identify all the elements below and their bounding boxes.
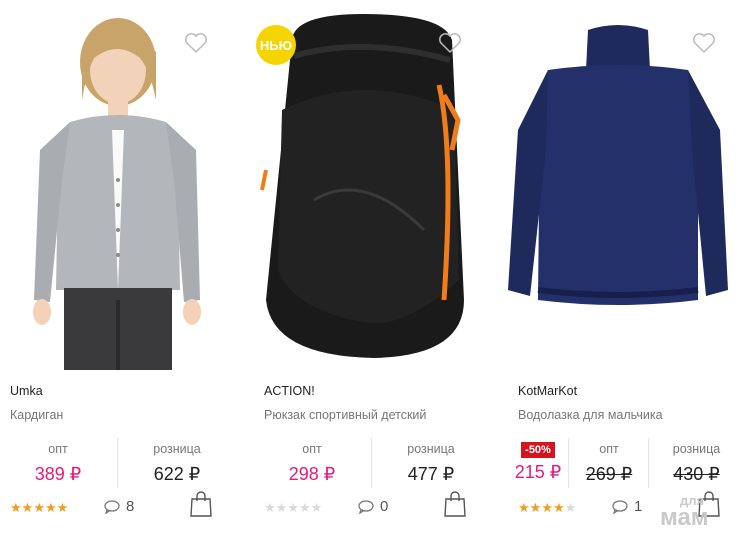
star-icon: ★	[564, 500, 577, 515]
product-brand[interactable]: Umka	[10, 384, 43, 398]
wholesale-price: опт 298 ₽	[254, 438, 370, 488]
price-block: опт 298 ₽ розница 477 ₽	[254, 438, 489, 488]
discount-badge: -50%	[521, 442, 555, 458]
product-image[interactable]	[508, 0, 743, 370]
comments-count[interactable]: 0	[358, 498, 388, 515]
wholesale-label: опт	[48, 442, 68, 456]
wholesale-price: опт 389 ₽	[0, 438, 116, 488]
product-card[interactable]: KotMarKot Водолазка для мальчика -50% 21…	[508, 0, 745, 543]
comments-value: 0	[380, 498, 389, 515]
retail-value: 622 ₽	[153, 464, 201, 484]
retail-label: розница	[672, 442, 721, 456]
new-badge: НЬЮ	[256, 25, 296, 65]
wholesale-label: опт	[599, 442, 619, 456]
retail-value: 430 ₽	[673, 464, 720, 484]
heart-icon[interactable]	[438, 32, 462, 54]
star-icon: ★	[552, 500, 565, 515]
retail-price: розница 622 ₽	[117, 438, 236, 488]
product-image[interactable]	[0, 0, 235, 370]
wholesale-value: 389 ₽	[34, 464, 82, 484]
star-icon: ★	[518, 500, 530, 515]
star-icon: ★	[298, 500, 311, 515]
product-brand[interactable]: KotMarKot	[518, 384, 577, 398]
wholesale-price: опт 269 ₽	[568, 438, 649, 488]
retail-label: розница	[153, 442, 201, 456]
star-icon: ★	[287, 500, 299, 515]
site-watermark: для мам	[660, 493, 740, 539]
heart-icon[interactable]	[692, 32, 716, 54]
rating-stars: ★★★★★	[10, 500, 68, 516]
watermark-line2: мам	[660, 504, 709, 531]
shopping-bag-icon[interactable]	[444, 491, 466, 517]
comment-icon	[612, 499, 628, 514]
sale-price: -50% 215 ₽	[508, 438, 568, 488]
price-block: -50% 215 ₽ опт 269 ₽ розница 430 ₽	[508, 438, 743, 488]
star-icon: ★	[33, 500, 45, 515]
retail-value: 477 ₽	[407, 464, 455, 484]
star-icon: ★	[10, 500, 22, 515]
wholesale-value: 298 ₽	[288, 464, 336, 484]
comment-icon	[104, 499, 120, 514]
star-icon: ★	[541, 500, 553, 515]
retail-price: розница 430 ₽	[648, 438, 744, 488]
star-icon: ★	[56, 500, 69, 515]
rating-stars: ★★★★★	[518, 500, 576, 516]
star-icon: ★	[275, 500, 288, 515]
product-title[interactable]: Водолазка для мальчика	[518, 408, 663, 422]
star-icon: ★	[264, 500, 276, 515]
star-icon: ★	[44, 500, 57, 515]
wholesale-label: опт	[302, 442, 322, 456]
wholesale-value: 269 ₽	[585, 464, 633, 484]
heart-icon[interactable]	[184, 32, 208, 54]
star-icon: ★	[21, 500, 34, 515]
product-brand[interactable]: ACTION!	[264, 384, 315, 398]
sale-value: 215 ₽	[514, 462, 562, 482]
product-card[interactable]: Umka Кардиган опт 389 ₽ розница 622 ₽ ★★…	[0, 0, 250, 543]
comments-value: 8	[126, 498, 135, 515]
rating-stars: ★★★★★	[264, 500, 322, 516]
star-icon: ★	[529, 500, 542, 515]
comments-value: 1	[634, 498, 643, 515]
comments-count[interactable]: 1	[612, 498, 642, 515]
price-block: опт 389 ₽ розница 622 ₽	[0, 438, 235, 488]
shopping-bag-icon[interactable]	[190, 491, 212, 517]
retail-label: розница	[407, 442, 455, 456]
product-card[interactable]: НЬЮ ACTION! Рюкзак спортивный детский оп…	[254, 0, 504, 543]
comments-count[interactable]: 8	[104, 498, 134, 515]
comment-icon	[358, 499, 374, 514]
product-title[interactable]: Кардиган	[10, 408, 63, 422]
product-title[interactable]: Рюкзак спортивный детский	[264, 408, 426, 422]
star-icon: ★	[310, 500, 323, 515]
retail-price: розница 477 ₽	[371, 438, 490, 488]
